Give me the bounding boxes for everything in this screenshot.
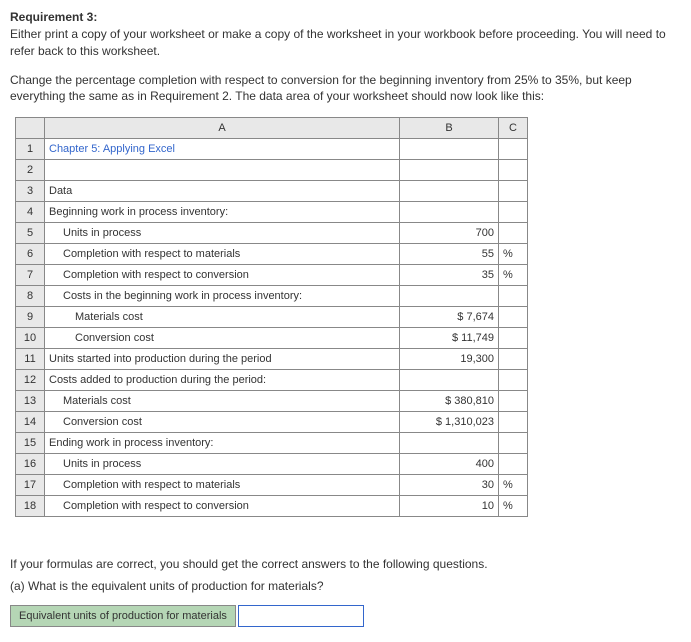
row-number: 12	[16, 370, 45, 391]
cell-a: Completion with respect to conversion	[45, 265, 400, 286]
cell-c	[499, 328, 528, 349]
cell-a: Materials cost	[45, 307, 400, 328]
row-number: 6	[16, 244, 45, 265]
cell-b: $ 7,674	[400, 307, 499, 328]
cell-a: Completion with respect to materials	[45, 475, 400, 496]
cell-b: 30	[400, 475, 499, 496]
cell-a: Costs added to production during the per…	[45, 370, 400, 391]
cell-b	[400, 433, 499, 454]
requirement-p1: Either print a copy of your worksheet or…	[10, 26, 681, 60]
cell-a: Beginning work in process inventory:	[45, 202, 400, 223]
row-number: 10	[16, 328, 45, 349]
cell-b	[400, 181, 499, 202]
cell-a: Chapter 5: Applying Excel	[45, 139, 400, 160]
cell-a: Materials cost	[45, 391, 400, 412]
cell-a: Units started into production during the…	[45, 349, 400, 370]
cell-b: 19,300	[400, 349, 499, 370]
cell-b: 55	[400, 244, 499, 265]
row-number: 13	[16, 391, 45, 412]
row-number: 3	[16, 181, 45, 202]
input-label: Equivalent units of production for mater…	[10, 605, 236, 627]
cell-b: $ 1,310,023	[400, 412, 499, 433]
cell-a: Data	[45, 181, 400, 202]
cell-a: Conversion cost	[45, 412, 400, 433]
row-number: 8	[16, 286, 45, 307]
cell-b	[400, 139, 499, 160]
cell-a: Conversion cost	[45, 328, 400, 349]
col-header-c: C	[499, 118, 528, 139]
corner-cell	[16, 118, 45, 139]
row-number: 5	[16, 223, 45, 244]
row-number: 16	[16, 454, 45, 475]
row-number: 1	[16, 139, 45, 160]
cell-c	[499, 139, 528, 160]
cell-b	[400, 202, 499, 223]
cell-b: 35	[400, 265, 499, 286]
cell-b: 10	[400, 496, 499, 517]
cell-b: 700	[400, 223, 499, 244]
row-number: 11	[16, 349, 45, 370]
data-table: A B C 1Chapter 5: Applying Excel23Data4B…	[15, 117, 528, 517]
cell-c	[499, 412, 528, 433]
cell-c: %	[499, 244, 528, 265]
cell-c	[499, 223, 528, 244]
cell-b	[400, 160, 499, 181]
cell-a	[45, 160, 400, 181]
cell-a: Costs in the beginning work in process i…	[45, 286, 400, 307]
cell-c: %	[499, 265, 528, 286]
cell-c: %	[499, 475, 528, 496]
row-number: 14	[16, 412, 45, 433]
cell-b: $ 11,749	[400, 328, 499, 349]
cell-c	[499, 391, 528, 412]
row-number: 9	[16, 307, 45, 328]
cell-a: Units in process	[45, 454, 400, 475]
cell-c	[499, 286, 528, 307]
equivalent-units-input[interactable]	[238, 605, 364, 627]
cell-b: 400	[400, 454, 499, 475]
row-number: 2	[16, 160, 45, 181]
footer-line1: If your formulas are correct, you should…	[10, 557, 681, 571]
cell-c	[499, 160, 528, 181]
col-header-b: B	[400, 118, 499, 139]
cell-a: Completion with respect to materials	[45, 244, 400, 265]
cell-c	[499, 433, 528, 454]
cell-c	[499, 307, 528, 328]
cell-c	[499, 202, 528, 223]
row-number: 15	[16, 433, 45, 454]
input-row: Equivalent units of production for mater…	[10, 605, 681, 627]
cell-a: Ending work in process inventory:	[45, 433, 400, 454]
cell-c: %	[499, 496, 528, 517]
cell-b	[400, 370, 499, 391]
cell-a: Completion with respect to conversion	[45, 496, 400, 517]
cell-b: $ 380,810	[400, 391, 499, 412]
footer-line2: (a) What is the equivalent units of prod…	[10, 579, 681, 593]
cell-c	[499, 349, 528, 370]
col-header-a: A	[45, 118, 400, 139]
row-number: 4	[16, 202, 45, 223]
requirement-title: Requirement 3:	[10, 10, 681, 24]
row-number: 18	[16, 496, 45, 517]
row-number: 7	[16, 265, 45, 286]
row-number: 17	[16, 475, 45, 496]
requirement-p2: Change the percentage completion with re…	[10, 72, 681, 106]
cell-a: Units in process	[45, 223, 400, 244]
cell-c	[499, 370, 528, 391]
cell-c	[499, 181, 528, 202]
cell-b	[400, 286, 499, 307]
cell-c	[499, 454, 528, 475]
